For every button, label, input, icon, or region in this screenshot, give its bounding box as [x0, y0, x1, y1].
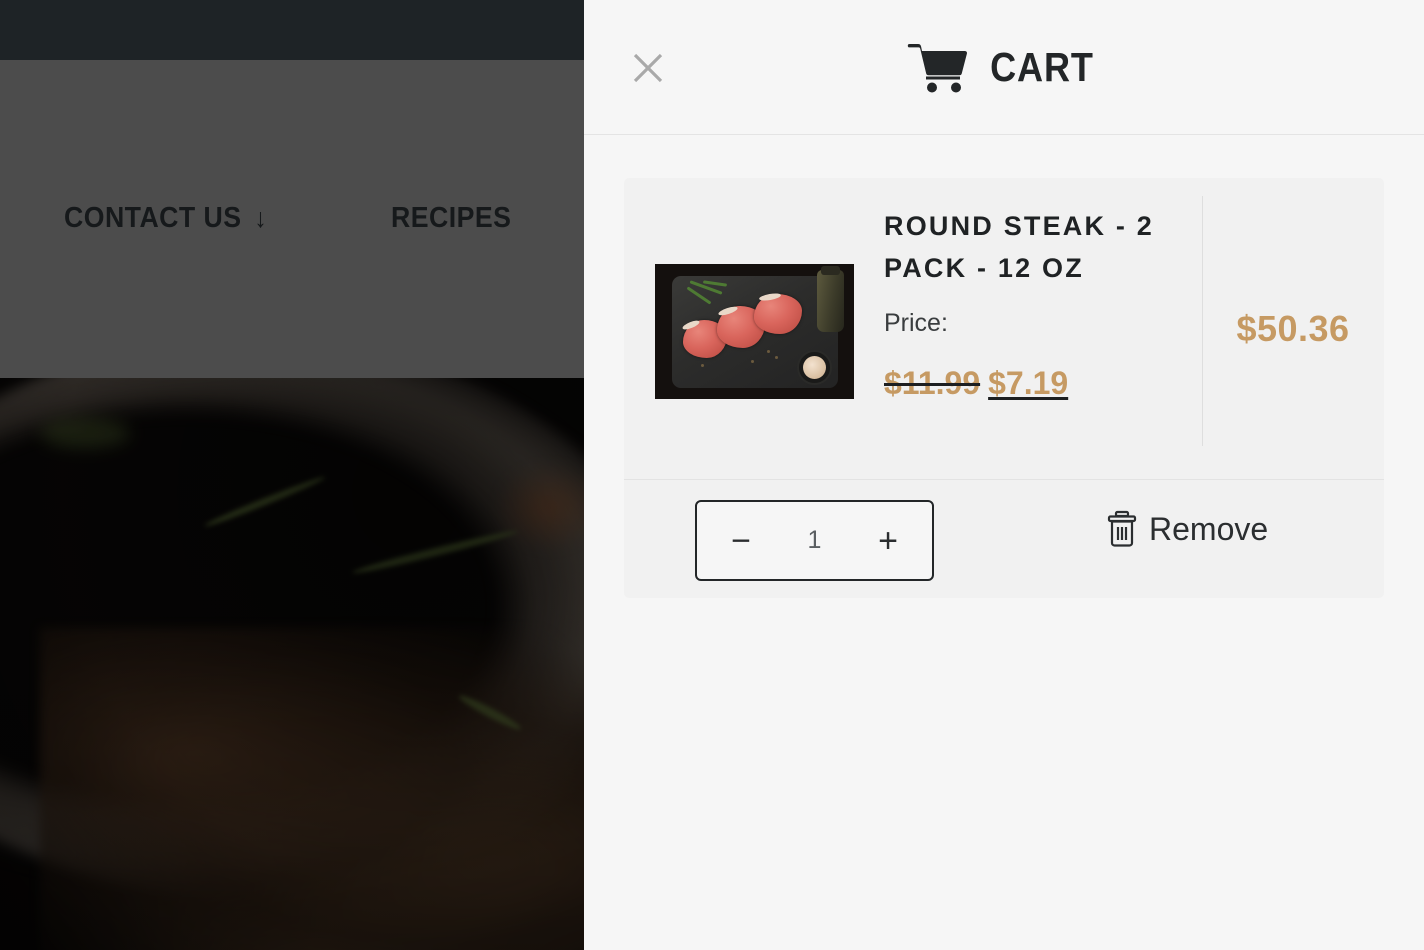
screenshot-root: CONTACT US ↓ RECIPES CART ROUND STEAK - …	[0, 0, 1424, 950]
price-label: Price:	[884, 308, 948, 337]
trash-icon	[1107, 510, 1137, 547]
site-topbar	[0, 0, 584, 60]
cart-item-details: ROUND STEAK - 2 PACK - 12 OZ Price: $11.…	[624, 178, 1384, 479]
peppercorn-4	[701, 364, 704, 367]
quantity-stepper[interactable]: − 1 +	[695, 500, 934, 581]
peppercorn-3	[751, 360, 754, 363]
original-price: $11.99	[884, 364, 981, 401]
cart-item-actions: − 1 + Remove	[624, 479, 1384, 598]
peppercorn-1	[767, 350, 770, 353]
nav-item-contact-us-label: CONTACT US	[64, 202, 242, 234]
sale-price: $7.19	[988, 364, 1069, 401]
quantity-decrement-button[interactable]: −	[719, 515, 763, 567]
line-total: $50.36	[1236, 307, 1350, 349]
nav-item-recipes[interactable]: RECIPES	[391, 202, 511, 235]
quantity-increment-button[interactable]: +	[866, 515, 910, 567]
cart-drawer-header: CART	[584, 0, 1424, 135]
cart-item-card: ROUND STEAK - 2 PACK - 12 OZ Price: $11.…	[624, 178, 1384, 598]
arrow-down-icon: ↓	[254, 203, 268, 233]
cart-title: CART	[990, 44, 1094, 90]
remove-label: Remove	[1149, 510, 1269, 547]
nav-row: CONTACT US ↓ RECIPES	[0, 202, 584, 246]
peppercorn-2	[775, 356, 778, 359]
remove-item-button[interactable]: Remove	[1105, 510, 1268, 548]
pepper-mill-shape	[817, 270, 844, 332]
nav-item-contact-us[interactable]: CONTACT US ↓	[64, 202, 267, 235]
salt-fill-shape	[803, 356, 826, 379]
nav-item-recipes-label: RECIPES	[391, 202, 512, 234]
salt-bowl-shape	[797, 350, 832, 385]
cart-drawer: CART ROUND STEAK - 2 PACK - 12 OZ Price:…	[584, 0, 1424, 950]
hero-vignette	[0, 378, 584, 950]
cart-title-group: CART	[584, 0, 1424, 135]
hero-image	[0, 378, 584, 950]
product-title[interactable]: ROUND STEAK - 2 PACK - 12 OZ	[884, 206, 1199, 290]
site-navigation: CONTACT US ↓ RECIPES	[0, 60, 584, 378]
product-thumbnail[interactable]	[655, 264, 854, 399]
price-row: $11.99 $7.19	[884, 365, 1199, 402]
quantity-value: 1	[807, 526, 822, 554]
line-total-wrap: $50.36	[1202, 178, 1384, 479]
pepper-mill-cap	[821, 266, 840, 275]
product-info: ROUND STEAK - 2 PACK - 12 OZ Price: $11.…	[884, 206, 1199, 402]
shopping-cart-icon	[907, 43, 968, 92]
background-site: CONTACT US ↓ RECIPES	[0, 0, 584, 950]
